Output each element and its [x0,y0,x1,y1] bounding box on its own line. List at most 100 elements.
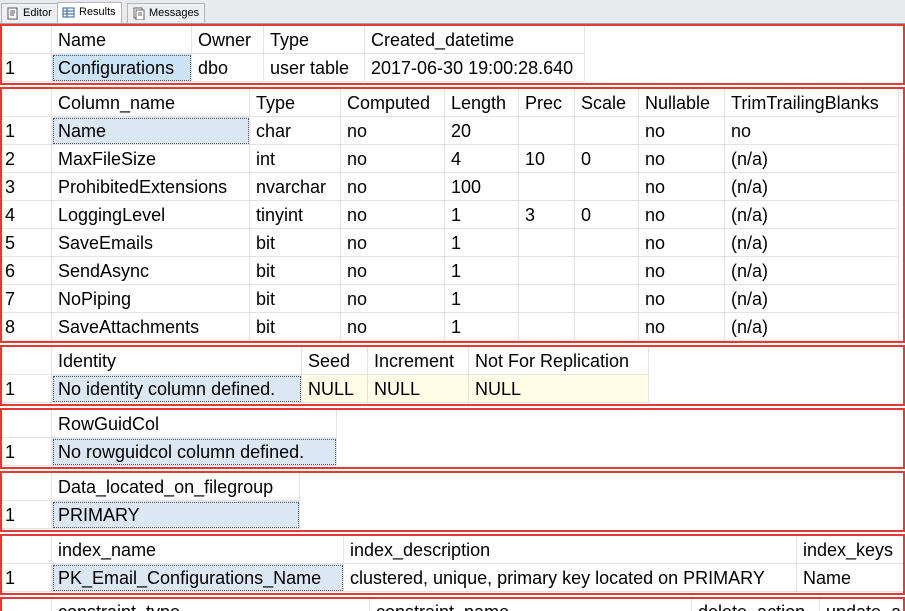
table-cell[interactable]: tinyint [250,201,341,229]
tab-editor[interactable]: Editor [1,3,58,23]
column-header[interactable]: Column_name [52,89,250,117]
table-cell[interactable]: no [341,229,445,257]
row-header-corner[interactable] [2,26,52,54]
null-cell[interactable]: NULL [368,375,469,403]
table-cell[interactable]: dbo [192,54,264,82]
table-cell[interactable]: (n/a) [725,145,899,173]
table-cell[interactable]: 1 [445,257,519,285]
table-cell[interactable]: no [639,229,725,257]
table-cell[interactable] [519,117,575,145]
tab-results[interactable]: Results [57,2,122,23]
column-header[interactable]: constraint_type [52,599,370,611]
table-cell[interactable]: No rowguidcol column defined. [52,438,337,466]
table-cell[interactable]: char [250,117,341,145]
table-cell[interactable]: 100 [445,173,519,201]
column-header[interactable]: delete_action [692,599,820,611]
table-cell[interactable]: no [341,285,445,313]
table-cell[interactable]: 4 [445,145,519,173]
table-cell[interactable]: bit [250,257,341,285]
column-header[interactable]: Scale [575,89,639,117]
table-cell[interactable] [519,313,575,341]
row-number[interactable]: 1 [2,375,52,403]
table-cell[interactable]: no [341,145,445,173]
result-grid-index[interactable]: index_name index_description index_keys … [0,534,905,595]
column-header[interactable]: Data_located_on_filegroup [52,473,300,501]
column-header[interactable]: RowGuidCol [52,410,337,438]
row-number[interactable]: 6 [2,257,52,285]
column-header[interactable]: index_name [52,536,344,564]
table-cell[interactable]: bit [250,285,341,313]
row-number[interactable]: 1 [2,564,52,592]
column-header[interactable]: Increment [368,347,469,375]
table-cell[interactable]: (n/a) [725,173,899,201]
table-cell[interactable]: 1 [445,201,519,229]
table-cell[interactable] [519,173,575,201]
row-header-corner[interactable] [2,347,52,375]
column-header[interactable]: Prec [519,89,575,117]
tab-messages[interactable]: Messages [127,3,206,23]
table-cell[interactable] [575,257,639,285]
table-cell[interactable]: 2017-06-30 19:00:28.640 [365,54,585,82]
table-cell[interactable] [575,285,639,313]
table-cell[interactable]: PK_Email_Configurations_Name [52,564,344,592]
table-cell[interactable]: 1 [445,285,519,313]
row-number[interactable]: 3 [2,173,52,201]
table-cell[interactable]: PRIMARY [52,501,300,529]
row-header-corner[interactable] [2,599,52,611]
table-cell[interactable]: no [639,173,725,201]
table-cell[interactable]: no [341,257,445,285]
row-number[interactable]: 1 [2,54,52,82]
row-number[interactable]: 8 [2,313,52,341]
row-header-corner[interactable] [2,536,52,564]
table-cell[interactable]: no [341,313,445,341]
table-cell[interactable] [519,229,575,257]
column-header[interactable]: Identity [52,347,302,375]
table-cell[interactable]: 1 [445,229,519,257]
table-cell[interactable]: clustered, unique, primary key located o… [344,564,797,592]
table-cell[interactable]: no [341,201,445,229]
table-cell[interactable] [575,173,639,201]
table-cell[interactable] [575,229,639,257]
table-cell[interactable]: MaxFileSize [52,145,250,173]
table-cell[interactable]: bit [250,313,341,341]
row-number[interactable]: 2 [2,145,52,173]
table-cell[interactable]: no [639,313,725,341]
column-header[interactable]: constraint_name [370,599,692,611]
table-cell[interactable] [519,285,575,313]
table-cell[interactable]: no [341,173,445,201]
column-header[interactable]: Length [445,89,519,117]
table-cell[interactable]: ProhibitedExtensions [52,173,250,201]
null-cell[interactable]: NULL [302,375,368,403]
table-cell[interactable]: SendAsync [52,257,250,285]
row-number[interactable]: 5 [2,229,52,257]
table-cell[interactable] [575,313,639,341]
result-grid-constraints[interactable]: constraint_type constraint_name delete_a… [0,597,905,611]
table-cell[interactable]: no [341,117,445,145]
table-cell[interactable]: 3 [519,201,575,229]
table-cell[interactable]: Name [797,564,903,592]
column-header[interactable]: Type [250,89,341,117]
table-cell[interactable] [575,117,639,145]
row-number[interactable]: 1 [2,438,52,466]
result-grid-table-info[interactable]: Name Owner Type Created_datetime 1 Confi… [0,24,905,85]
table-cell[interactable]: LoggingLevel [52,201,250,229]
table-cell[interactable] [519,257,575,285]
row-number[interactable]: 1 [2,117,52,145]
table-cell[interactable]: user table [264,54,365,82]
table-cell[interactable]: no [639,201,725,229]
column-header[interactable]: Created_datetime [365,26,585,54]
column-header[interactable]: Nullable [639,89,725,117]
table-cell[interactable]: int [250,145,341,173]
row-header-corner[interactable] [2,89,52,117]
column-header[interactable]: index_description [344,536,797,564]
table-cell[interactable]: 1 [445,313,519,341]
column-header[interactable]: Name [52,26,192,54]
column-header[interactable]: TrimTrailingBlanks [725,89,899,117]
column-header[interactable]: Owner [192,26,264,54]
table-cell[interactable]: 0 [575,201,639,229]
table-cell[interactable]: no [639,117,725,145]
table-cell[interactable]: SaveAttachments [52,313,250,341]
column-header[interactable]: index_keys [797,536,903,564]
column-header[interactable]: Computed [341,89,445,117]
table-cell[interactable]: (n/a) [725,313,899,341]
